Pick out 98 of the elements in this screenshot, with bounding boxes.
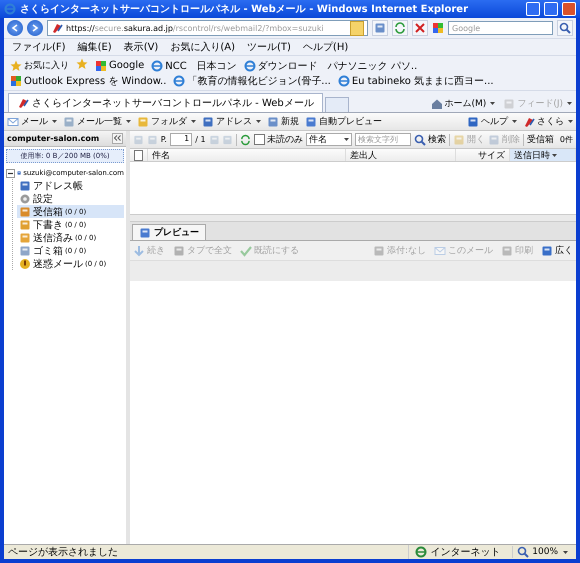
home-icon [430, 98, 443, 110]
envelope-icon [7, 116, 19, 128]
page-label: P. [160, 135, 167, 144]
menu-item[interactable]: 編集(E) [78, 40, 112, 54]
folder-label: 受信箱 [526, 134, 554, 146]
checkbox-label: 未読のみ [267, 134, 304, 146]
favorites-link[interactable]: Outlook Express を Window.. [10, 74, 166, 88]
refresh-button[interactable] [392, 20, 408, 36]
back-button[interactable] [7, 20, 23, 36]
toolbar-button[interactable]: ヘルプ [467, 115, 517, 128]
search-field-dropdown[interactable]: 件名 [306, 133, 352, 146]
search-button[interactable] [557, 20, 573, 36]
favorites-link[interactable]: NCC 日本コン [151, 58, 237, 72]
sidebar-title: computer-salon.com [7, 134, 100, 143]
favorites-link[interactable]: ダウンロード パナソニック パソ.. [244, 58, 418, 72]
double-chevron-icon [114, 135, 121, 141]
collapse-button[interactable] [112, 133, 123, 144]
menu-item[interactable]: 表示(V) [124, 40, 158, 54]
security-zone: インターネット [430, 546, 500, 559]
search-provider-icon [432, 22, 444, 34]
home-button[interactable]: ホーム(M) [430, 97, 496, 110]
globe-icon [244, 60, 256, 72]
caret-icon [126, 120, 131, 123]
google-icon [95, 60, 107, 72]
refresh-icon [394, 22, 406, 34]
stop-button[interactable] [412, 20, 428, 36]
caret-icon [563, 550, 568, 554]
page-total: / 1 [195, 135, 206, 144]
column-header[interactable]: 件名 [148, 149, 346, 161]
caret-icon [568, 120, 573, 123]
maximize-button[interactable] [544, 2, 558, 16]
compatibility-button[interactable] [372, 20, 388, 36]
warning-badge-icon [19, 258, 31, 270]
toolbar-button[interactable]: さくら [523, 115, 573, 128]
column-header[interactable]: 送信日時 [510, 149, 576, 161]
close-button[interactable] [562, 2, 576, 16]
forward-button[interactable] [27, 20, 43, 36]
favorites-link[interactable]: Google [95, 60, 144, 72]
globe-icon [338, 75, 350, 87]
search-field[interactable]: Google [448, 21, 553, 35]
toolbar-button[interactable]: 自動プレビュー [305, 115, 382, 128]
menu-item[interactable]: ツール(T) [247, 40, 291, 54]
folder-item[interactable]: アドレス帳 [17, 179, 124, 192]
down-arrow-icon [133, 244, 145, 256]
gear-icon [19, 192, 31, 204]
caret-icon [490, 102, 496, 105]
caret-icon [567, 102, 572, 105]
minimize-button[interactable] [526, 2, 540, 16]
window-title: さくらインターネットサーバコントロールパネル - Webメール - Windows Internet Explorer [20, 3, 469, 16]
toolbar-button[interactable]: アドレス [202, 115, 261, 128]
tree-expander[interactable] [6, 168, 15, 178]
menu-item[interactable]: お気に入り(A) [170, 40, 235, 54]
padlock-icon [350, 20, 364, 36]
favorites-link[interactable]: Eu tabineko 気ままに西ヨー... [338, 74, 494, 88]
column-header[interactable]: 差出人 [346, 149, 456, 161]
add-favorite-icon [76, 58, 88, 70]
toolbar-button[interactable]: 新規 [267, 115, 299, 128]
message-count: 0件 [560, 134, 573, 145]
checkmark-icon [240, 244, 252, 256]
site-icon [51, 22, 63, 34]
globe-icon [415, 546, 428, 558]
windows-flag-icon [10, 75, 22, 87]
toolbar-button[interactable]: メール一覧 [63, 115, 131, 128]
zoom-button[interactable]: 100% [512, 546, 572, 558]
caret-icon [552, 154, 557, 156]
page-field[interactable]: 1 [170, 133, 192, 146]
search-icon [559, 22, 571, 34]
caret-icon [52, 120, 57, 123]
browser-tab[interactable]: さくらインターネットサーバコントロールパネル - Webメール [8, 93, 323, 112]
site-icon [17, 97, 29, 109]
folder-item[interactable]: 設定 [17, 192, 124, 205]
search-button[interactable]: 検索 [414, 133, 446, 146]
menu-item[interactable]: ファイル(F) [12, 40, 66, 54]
toolbar-button[interactable]: フォルダ [137, 115, 196, 128]
preview-tab[interactable]: プレビュー [132, 224, 206, 240]
star-icon [10, 60, 22, 72]
toolbar-button[interactable]: 広く [541, 244, 573, 257]
caret-icon [191, 120, 196, 123]
caret-icon [256, 120, 261, 123]
address-field[interactable]: https://secure.sakura.ad.jp/rscontrol/rs/webmail2/?mbox=suzuki [47, 20, 368, 36]
favorites-link[interactable]: 「教育の情報化ビジョン(骨子... [173, 74, 331, 88]
status-message: ページが表示されました [8, 546, 118, 559]
globe-icon [173, 75, 186, 87]
menu-item[interactable]: ヘルプ(H) [302, 40, 348, 54]
search-field[interactable]: 検索文字列 [355, 133, 412, 146]
globe-icon [151, 60, 164, 72]
logo-icon [523, 116, 535, 128]
caret-icon [512, 120, 517, 123]
checkbox[interactable] [254, 134, 266, 145]
close-icon [414, 22, 426, 34]
favorites-button[interactable]: お気に入り [10, 59, 69, 72]
refresh-icon [240, 134, 252, 146]
envelope-icon [434, 244, 446, 256]
magnifier-icon [517, 546, 530, 558]
caret-icon [344, 138, 350, 141]
toolbar-button[interactable]: メール [7, 115, 57, 128]
browser-logo-icon [4, 3, 16, 15]
select-all-checkbox[interactable] [134, 150, 143, 160]
